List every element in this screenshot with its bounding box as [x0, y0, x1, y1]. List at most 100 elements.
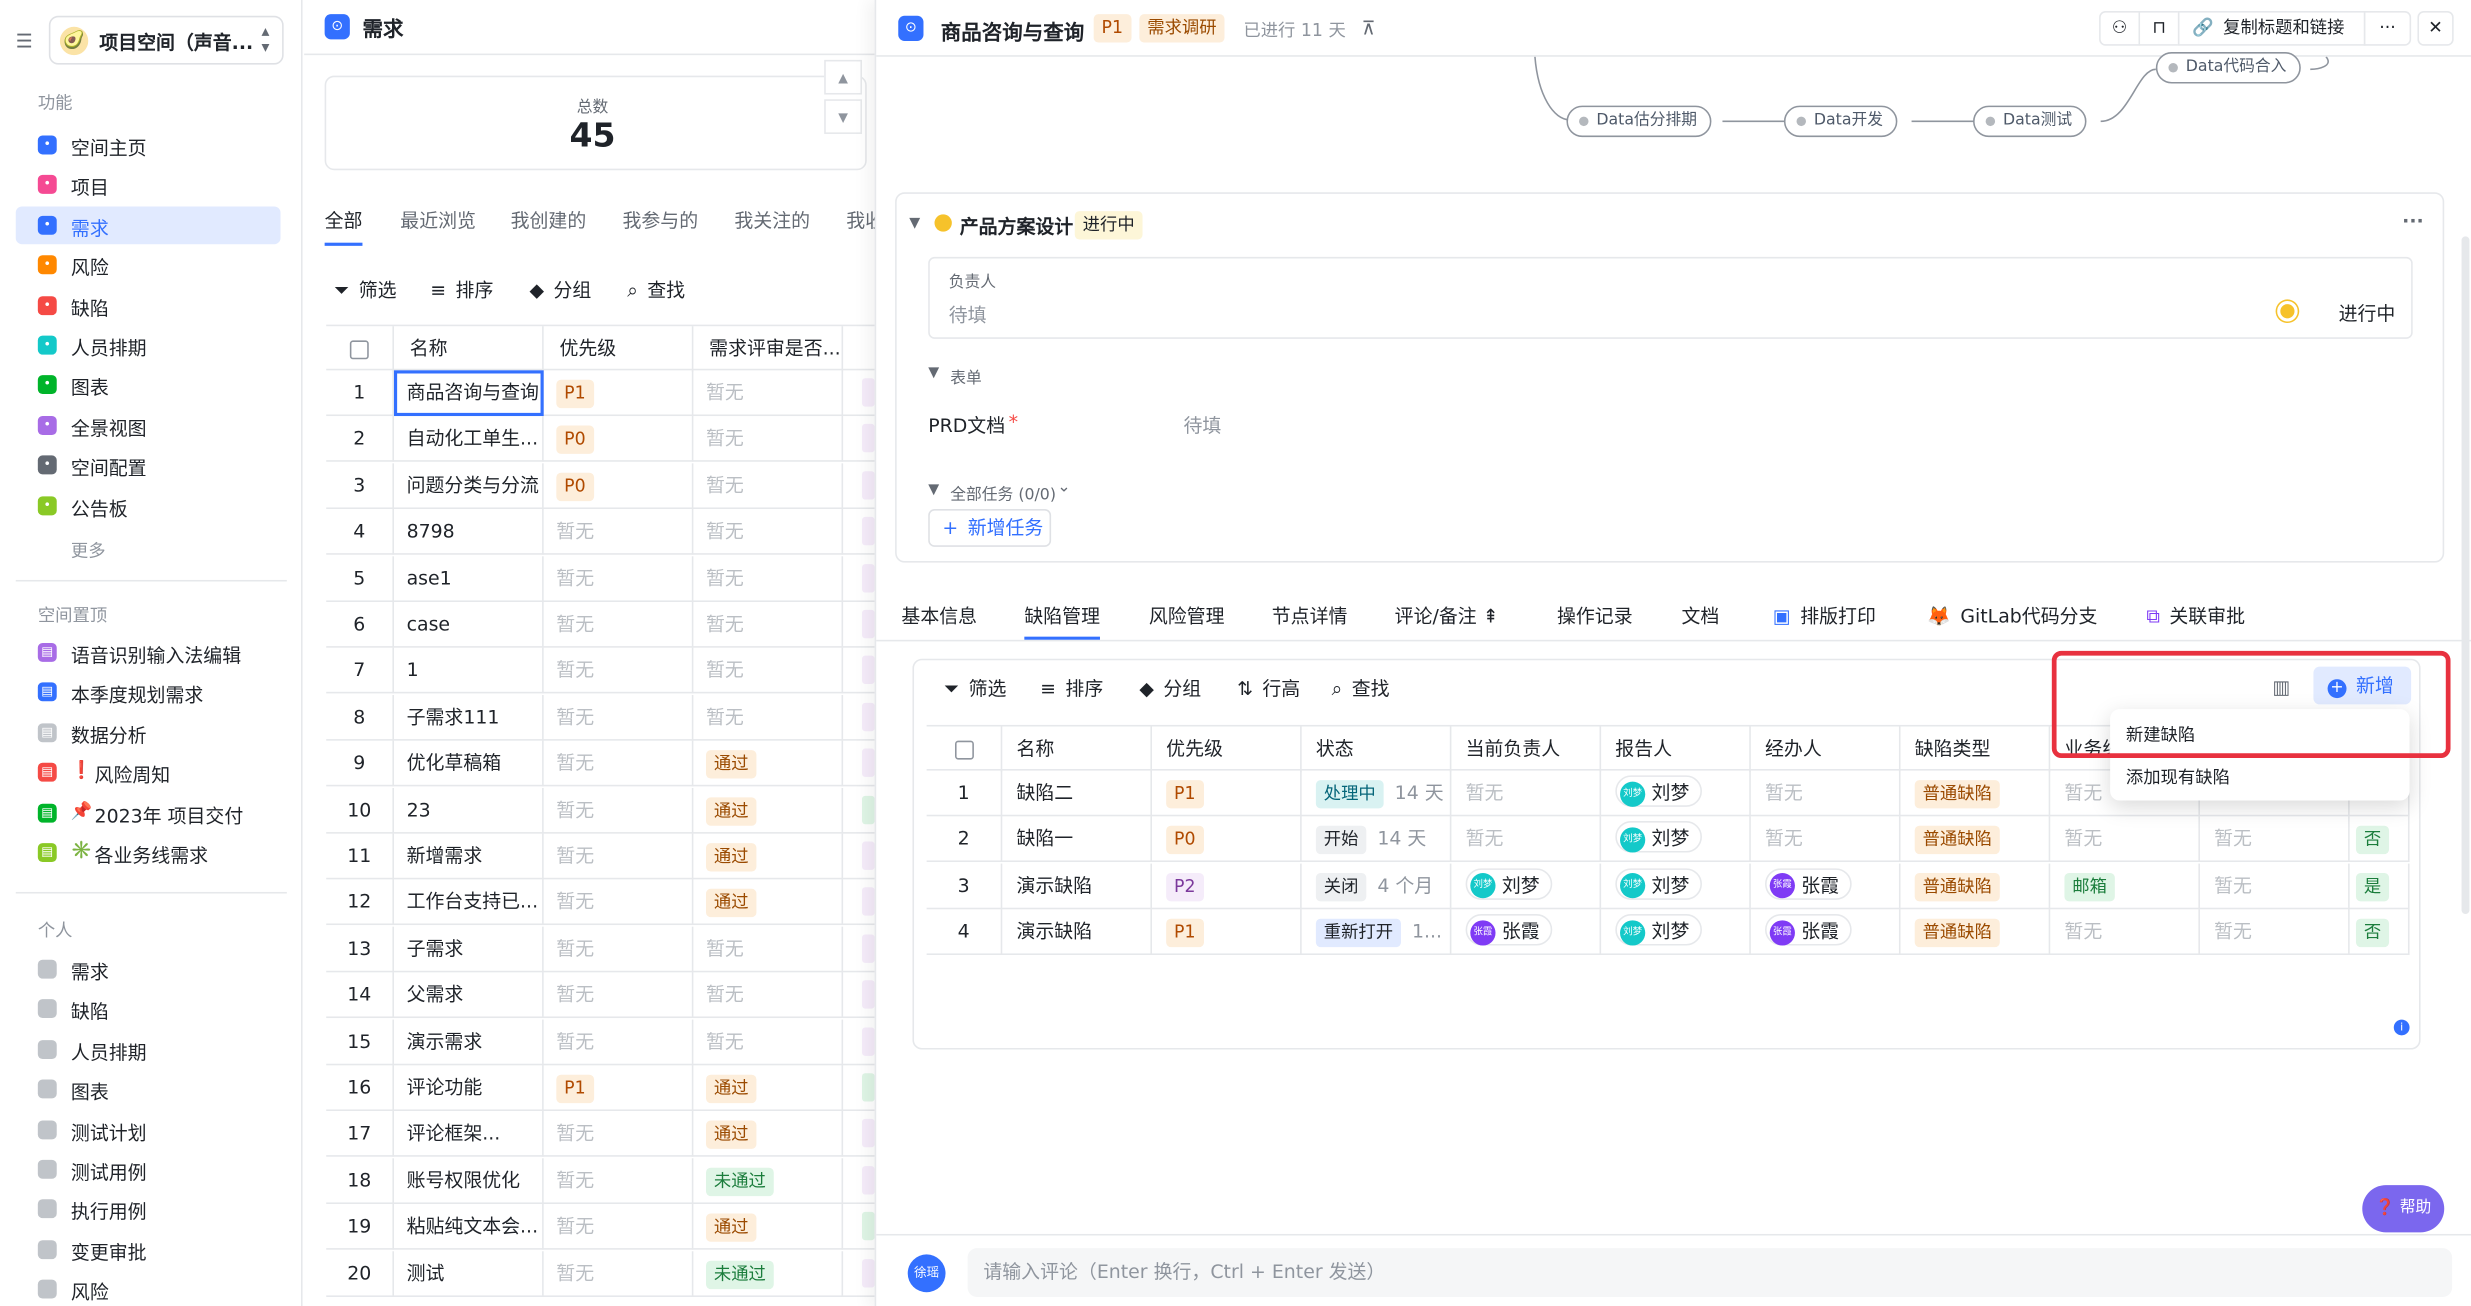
header-checkbox-cell[interactable] [927, 726, 1003, 773]
business-line-cell[interactable]: 暂无 [2050, 816, 2200, 863]
toolbar-sort-button[interactable]: ≡ 排序 [430, 276, 493, 303]
select-all-checkbox[interactable] [349, 339, 369, 359]
table-row[interactable]: 12 工作台支持已... 暂无 通过 [326, 879, 877, 926]
table-row[interactable]: 20 测试 暂无 未通过 [326, 1250, 877, 1297]
detail-tab[interactable]: 节点详情 [1272, 602, 1348, 629]
personal-item[interactable]: 风险 [16, 1270, 281, 1306]
priority-cell[interactable]: 暂无 [544, 694, 694, 741]
flag-cell[interactable]: 否 [2350, 816, 2410, 863]
row-number-cell[interactable]: 1 [326, 370, 394, 417]
review-cell[interactable]: 暂无 [693, 601, 844, 648]
toolbar-search-button[interactable]: ⌕ 查找 [627, 276, 685, 303]
sidebar-item[interactable]: • 图表 [16, 366, 281, 404]
detail-tab[interactable]: 风险管理 [1149, 602, 1225, 629]
extra-cell[interactable]: 暂无 [2200, 863, 2350, 909]
bug-name-cell[interactable]: 缺陷二 [1002, 770, 1152, 817]
owner-cell[interactable]: 刘梦 刘梦 [1451, 863, 1602, 909]
table-row[interactable]: 19 粘贴纯文本会... 暂无 通过 [326, 1204, 877, 1250]
priority-cell[interactable]: P0 [544, 416, 694, 463]
sidebar-item[interactable]: • 全景视图 [16, 406, 281, 444]
collapse-sidebar-icon[interactable]: ☰ [16, 30, 33, 52]
collapse-tasks-icon[interactable]: ▼ [928, 482, 939, 498]
status-cell[interactable]: 重新打开 1... [1302, 909, 1452, 956]
table-row[interactable]: 8 子需求111 暂无 暂无 [326, 694, 877, 741]
overflow-cell[interactable] [843, 1111, 877, 1158]
bug-type-cell[interactable]: 普通缺陷 [1901, 909, 2051, 956]
name-cell[interactable]: 子需求 [394, 926, 544, 973]
sidebar-item[interactable]: • 人员排期 [16, 326, 281, 364]
column-header-cell[interactable] [843, 326, 877, 372]
row-number-cell[interactable]: 7 [326, 648, 394, 695]
name-cell[interactable]: 优化草稿箱 [394, 740, 544, 787]
pinned-item[interactable]: ▤ ✳️ 各业务线需求 [16, 834, 281, 872]
overflow-cell[interactable] [843, 787, 877, 834]
table-row[interactable]: 16 评论功能 P1 通过 [326, 1065, 877, 1112]
review-cell[interactable]: 暂无 [693, 509, 844, 556]
bug-name-cell[interactable]: 演示缺陷 [1002, 909, 1152, 956]
overflow-cell[interactable] [843, 879, 877, 926]
sidebar-item[interactable]: • 需求 [15, 206, 281, 244]
priority-cell[interactable]: 暂无 [544, 1111, 694, 1158]
pinned-item[interactable]: ▤ 数据分析 [16, 714, 281, 752]
table-row[interactable]: 10 23 暂无 通过 [326, 787, 877, 834]
personal-item[interactable]: 测试用例 [16, 1150, 281, 1188]
column-header-cell[interactable]: 名称 [1002, 726, 1152, 773]
overflow-cell[interactable] [843, 370, 877, 417]
priority-cell[interactable]: P1 [544, 370, 694, 417]
detail-tab[interactable]: 操作记录 [1557, 602, 1633, 629]
bug-toolbar-group-button[interactable]: ◆ 分组 [1139, 674, 1201, 701]
more-link[interactable]: 更多 [71, 537, 106, 562]
name-cell[interactable]: 23 [394, 787, 544, 834]
toolbar-group-button[interactable]: ◆ 分组 [530, 276, 592, 303]
overflow-cell[interactable] [843, 555, 877, 602]
priority-cell[interactable]: 暂无 [544, 1250, 694, 1297]
bookmark-icon[interactable]: ⊓ [2138, 11, 2180, 46]
owner-cell[interactable]: 暂无 [1451, 770, 1602, 817]
personal-item[interactable]: 缺陷 [16, 990, 281, 1028]
bug-toolbar-search-button[interactable]: ⌕ 查找 [1332, 674, 1390, 701]
detail-tab[interactable]: 评论/备注 ⇞ [1395, 602, 1499, 629]
priority-cell[interactable]: P1 [1152, 770, 1302, 817]
bug-toolbar-filter-button[interactable]: ⏷ 筛选 [944, 674, 1006, 701]
name-cell[interactable]: 粘贴纯文本会... [394, 1204, 544, 1250]
reporter-cell[interactable]: 刘梦 刘梦 [1601, 863, 1751, 909]
column-header-cell[interactable]: 报告人 [1601, 726, 1751, 773]
priority-cell[interactable]: 暂无 [544, 648, 694, 695]
name-cell[interactable]: 问题分类与分流 [394, 462, 544, 509]
extra-cell[interactable]: 暂无 [2200, 816, 2350, 863]
name-cell[interactable]: 账号权限优化 [394, 1157, 544, 1204]
flow-node[interactable]: Data代码合入 [2155, 52, 2301, 84]
more-icon[interactable]: ··· [2363, 11, 2412, 46]
name-cell[interactable]: 测试 [394, 1250, 544, 1297]
review-cell[interactable]: 通过 [693, 1111, 844, 1158]
row-number-cell[interactable]: 14 [326, 972, 394, 1019]
review-cell[interactable]: 暂无 [693, 926, 844, 973]
name-cell[interactable]: 演示需求 [394, 1018, 544, 1065]
review-cell[interactable]: 暂无 [693, 1018, 844, 1065]
status-cell[interactable]: 处理中 14 天 [1302, 770, 1452, 817]
stage-badge[interactable]: 需求调研 [1139, 14, 1225, 43]
personal-item[interactable]: 测试计划 [16, 1110, 281, 1148]
priority-cell[interactable]: 暂无 [544, 1204, 694, 1250]
priority-cell[interactable]: 暂无 [544, 879, 694, 926]
review-cell[interactable]: 通过 [693, 1065, 844, 1112]
name-cell[interactable]: 8798 [394, 509, 544, 556]
flag-cell[interactable]: 是 [2350, 863, 2410, 909]
review-cell[interactable]: 通过 [693, 740, 844, 787]
overflow-cell[interactable] [843, 740, 877, 787]
table-row[interactable]: 13 子需求 暂无 暂无 [326, 926, 877, 973]
priority-cell[interactable]: 暂无 [544, 509, 694, 556]
detail-tab[interactable]: 缺陷管理 [1024, 602, 1100, 629]
scroll-up-icon[interactable]: ▲ [824, 59, 863, 95]
priority-cell[interactable]: 暂无 [544, 926, 694, 973]
name-cell[interactable]: case [394, 601, 544, 648]
overflow-cell[interactable] [843, 509, 877, 556]
row-number-cell[interactable]: 3 [326, 462, 394, 509]
bug-row[interactable]: 4 演示缺陷 P1 重新打开 1... 张霞 张霞 刘梦 刘梦 张霞 张霞 普通缺陷 暂无 暂无否 [926, 909, 2410, 956]
overflow-cell[interactable] [843, 1204, 877, 1250]
header-checkbox-cell[interactable] [326, 326, 394, 372]
name-cell[interactable]: 商品咨询与查询 [393, 370, 544, 417]
space-selector[interactable]: 🥑 项目空间（声音... ▴ ▾ [48, 15, 284, 65]
owner-cell[interactable]: 暂无 [1451, 816, 1602, 863]
column-header-cell[interactable]: 名称 [394, 326, 544, 372]
